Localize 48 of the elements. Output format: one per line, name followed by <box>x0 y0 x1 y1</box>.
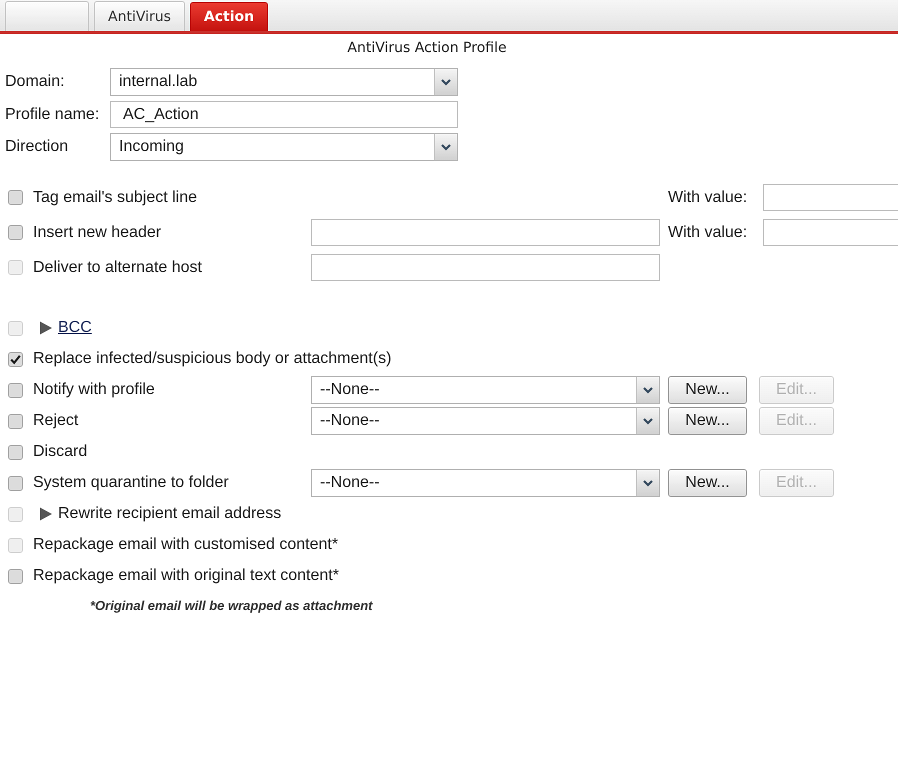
option-label: Repackage email with customised content* <box>33 536 338 554</box>
field-label: With value: <box>668 188 748 206</box>
text-field[interactable] <box>311 219 660 246</box>
checkbox[interactable] <box>8 382 23 398</box>
tab[interactable]: Action <box>190 2 268 31</box>
option-label: Repackage email with original text content* <box>33 567 339 585</box>
checkbox[interactable] <box>8 225 23 240</box>
chevron-down-icon[interactable] <box>636 408 659 434</box>
option-label: Deliver to alternate host <box>33 258 202 276</box>
caret-right-icon[interactable] <box>39 321 53 335</box>
field-label: Direction <box>5 138 70 156</box>
field-label: Profile name: <box>5 106 100 124</box>
dropdown[interactable]: Incoming <box>110 133 458 161</box>
dropdown[interactable]: --None-- <box>311 376 660 404</box>
checkbox[interactable] <box>8 352 23 366</box>
checkbox[interactable] <box>8 414 23 428</box>
checkbox[interactable] <box>8 568 23 584</box>
option-label: Discard <box>33 443 88 461</box>
checkbox[interactable] <box>8 190 23 205</box>
option-label: Rewrite recipient email address <box>58 505 282 523</box>
new-button[interactable]: New... <box>668 407 747 435</box>
dropdown[interactable]: internal.lab <box>110 68 458 96</box>
tab[interactable] <box>5 1 89 31</box>
chevron-down-icon[interactable] <box>434 69 457 95</box>
checkbox[interactable] <box>8 476 23 490</box>
option-label: Reject <box>33 412 78 430</box>
new-button[interactable]: New... <box>668 469 747 497</box>
caret-right-icon[interactable] <box>39 507 53 521</box>
dropdown[interactable]: --None-- <box>311 407 660 435</box>
option-label: Insert new header <box>33 224 162 242</box>
chevron-down-icon[interactable] <box>434 134 457 160</box>
text-field[interactable] <box>763 219 898 246</box>
option-label: Notify with profile <box>33 381 155 399</box>
field-label: With value: <box>668 224 748 242</box>
option-label: Tag email's subject line <box>33 188 198 206</box>
text-field[interactable]: AC_Action <box>110 101 458 128</box>
chevron-down-icon[interactable] <box>636 377 659 403</box>
text-field[interactable] <box>763 184 898 211</box>
new-button[interactable]: New... <box>668 376 747 404</box>
profile-title: AntiVirus Action Profile <box>347 40 507 56</box>
chevron-down-icon[interactable] <box>636 470 659 496</box>
option-label: System quarantine to folder <box>33 474 229 492</box>
footnote: *Original email will be wrapped as attachment <box>90 598 372 613</box>
checkbox[interactable] <box>8 444 23 460</box>
tab[interactable]: AntiVirus <box>94 1 185 31</box>
field-label: Domain: <box>5 73 66 91</box>
option-label: Replace infected/suspicious body or attachment(s) <box>33 350 392 368</box>
dropdown[interactable]: --None-- <box>311 469 660 497</box>
